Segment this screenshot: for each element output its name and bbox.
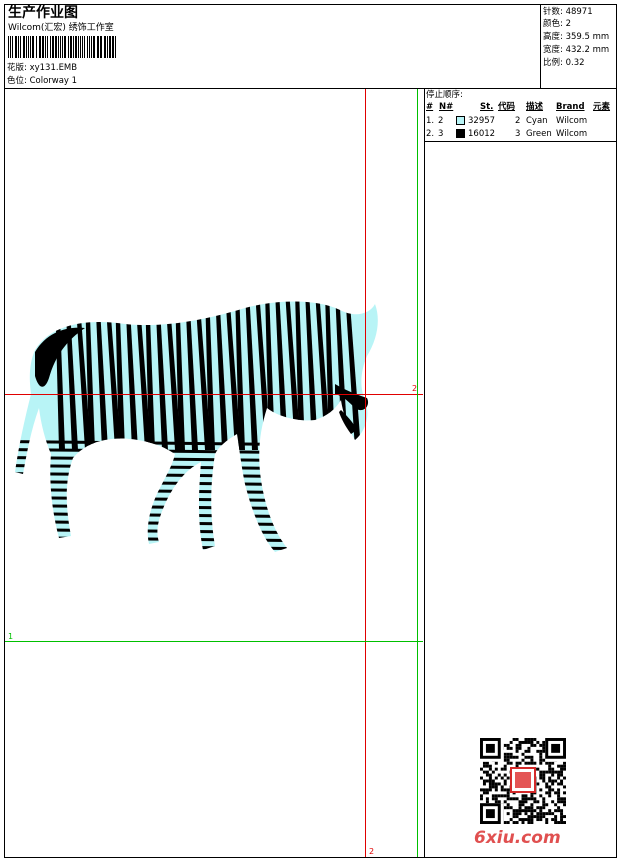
table-bottom-line xyxy=(424,141,617,142)
colorway-line: 色位: Colorway 1 xyxy=(7,77,77,86)
info-colors: 颜色: 2 xyxy=(543,19,571,29)
col-header-code: 代码 xyxy=(498,102,516,112)
guide-line-green-horizontal xyxy=(5,641,423,642)
design-line: 花版: xy131.EMB xyxy=(7,64,77,73)
barcode xyxy=(8,36,116,58)
panel-divider-vertical xyxy=(424,88,425,858)
info-height: 高度: 359.5 mm xyxy=(543,32,610,42)
col-header-element: 元素 xyxy=(593,102,611,112)
info-scale: 比例: 0.32 xyxy=(543,58,585,68)
watermark-text: 6xiu.com xyxy=(474,828,561,848)
col-header-stitches: St. xyxy=(480,102,494,112)
design-value: xy131.EMB xyxy=(29,63,78,73)
colorway-value: Colorway 1 xyxy=(29,76,78,86)
zebra-embroidery-image xyxy=(15,301,378,552)
color-swatch-black xyxy=(456,129,465,138)
colorway-label: 色位: xyxy=(7,76,27,86)
guide-label-red-v: 2 xyxy=(369,847,375,856)
guide-label-green-h: 1 xyxy=(8,632,14,641)
col-header-index: # xyxy=(426,102,434,112)
color-swatch-cyan xyxy=(456,116,465,125)
guide-line-red-vertical xyxy=(365,89,366,857)
red-seal-stamp xyxy=(510,767,536,793)
col-header-needle: N# xyxy=(439,102,454,112)
guide-label-red-h: 2 xyxy=(412,384,418,393)
guide-line-green-vertical xyxy=(417,89,418,857)
header-divider-vertical xyxy=(540,4,541,88)
stop-sequence-title: 停止顺序: xyxy=(426,90,463,100)
header-divider-horizontal xyxy=(4,88,617,89)
info-width: 宽度: 432.2 mm xyxy=(543,45,610,55)
info-stitches: 针数: 48971 xyxy=(543,7,593,17)
page-title: 生产作业图 xyxy=(8,5,78,21)
col-header-brand: Brand xyxy=(556,102,585,112)
col-header-desc: 描述 xyxy=(526,102,544,112)
design-label: 花版: xyxy=(7,63,27,73)
company-name: Wilcom(汇宏) 绣饰工作室 xyxy=(8,23,114,33)
guide-line-red-horizontal xyxy=(5,394,423,395)
